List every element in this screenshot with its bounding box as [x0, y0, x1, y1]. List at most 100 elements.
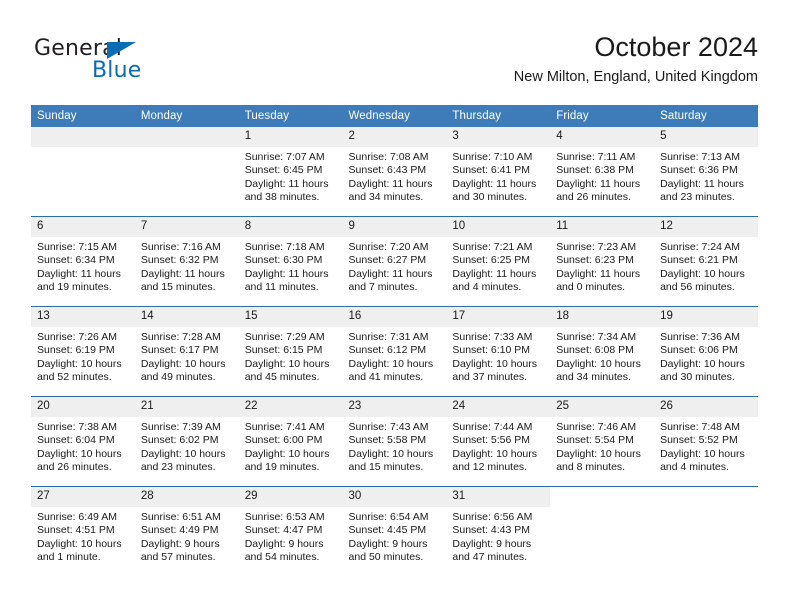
location-subtitle: New Milton, England, United Kingdom: [513, 69, 758, 85]
day-sun-info: Sunrise: 7:24 AM Sunset: 6:21 PM Daylight:…: [654, 237, 758, 295]
day-sun-info: Sunrise: 7:31 AM Sunset: 6:12 PM Daylight:…: [343, 327, 447, 385]
calendar-day-cell[interactable]: 27 Sunrise: 6:49 AM Sunset: 4:51 PM Dayligh…: [31, 486, 135, 576]
weekday-header-tuesday: Tuesday: [238, 105, 343, 127]
calendar-day-cell[interactable]: 10 Sunrise: 7:21 AM Sunset: 6:25 PM Dayligh…: [446, 216, 551, 307]
day-number: 20: [31, 397, 135, 417]
daylight-text: Daylight: 11 hours and 26 minutes.: [556, 177, 641, 204]
calendar-day-cell[interactable]: 26 Sunrise: 7:48 AM Sunset: 5:52 PM Dayligh…: [654, 396, 758, 487]
day-sun-info: Sunrise: 7:16 AM Sunset: 6:32 PM Daylight:…: [135, 237, 239, 295]
day-number: 29: [238, 487, 343, 507]
sunrise-text: Sunrise: 6:53 AM: [244, 511, 325, 523]
sunset-text: Sunset: 6:12 PM: [348, 344, 427, 357]
calendar-body: 1 Sunrise: 7:07 AM Sunset: 6:45 PM Daylight…: [31, 127, 758, 576]
calendar-day-cell[interactable]: 31 Sunrise: 6:56 AM Sunset: 4:43 PM Dayligh…: [446, 486, 551, 576]
sunrise-text: Sunrise: 7:39 AM: [140, 421, 221, 433]
sunrise-text: Sunrise: 7:36 AM: [660, 331, 741, 343]
sunset-text: Sunset: 4:45 PM: [348, 524, 427, 537]
calendar-day-cell[interactable]: 1 Sunrise: 7:07 AM Sunset: 6:45 PM Daylight…: [238, 127, 343, 217]
calendar-day-cell[interactable]: 24 Sunrise: 7:44 AM Sunset: 5:56 PM Dayligh…: [446, 396, 551, 487]
calendar-day-cell[interactable]: 17 Sunrise: 7:33 AM Sunset: 6:10 PM Dayligh…: [446, 306, 551, 397]
day-sun-info: Sunrise: 7:07 AM Sunset: 6:45 PM Daylight:…: [239, 147, 343, 205]
calendar-day-cell[interactable]: 6 Sunrise: 7:15 AM Sunset: 6:34 PM Daylight…: [31, 216, 135, 307]
day-sun-info: Sunrise: 7:08 AM Sunset: 6:43 PM Daylight:…: [343, 147, 447, 205]
calendar-day-cell[interactable]: 4 Sunrise: 7:11 AM Sunset: 6:38 PM Daylight…: [550, 127, 655, 217]
logo-triangle-icon: [107, 42, 136, 59]
general-blue-logo[interactable]: General Blue: [34, 36, 214, 92]
calendar-day-cell-empty: [134, 127, 239, 217]
calendar-day-cell[interactable]: 5 Sunrise: 7:13 AM Sunset: 6:36 PM Daylight…: [654, 127, 758, 217]
daylight-text: Daylight: 9 hours and 54 minutes.: [244, 537, 324, 564]
sunrise-text: Sunrise: 7:33 AM: [452, 331, 533, 343]
daylight-text: Daylight: 10 hours and 34 minutes.: [556, 357, 641, 384]
calendar-day-cell[interactable]: 16 Sunrise: 7:31 AM Sunset: 6:12 PM Dayligh…: [342, 306, 447, 397]
day-sun-info: Sunrise: 6:53 AM Sunset: 4:47 PM Daylight:…: [239, 507, 343, 565]
day-sun-info: Sunrise: 7:26 AM Sunset: 6:19 PM Daylight:…: [31, 327, 135, 385]
daylight-text: Daylight: 10 hours and 26 minutes.: [37, 447, 122, 474]
daylight-text: Daylight: 11 hours and 34 minutes.: [348, 177, 433, 204]
day-sun-info: Sunrise: 7:34 AM Sunset: 6:08 PM Daylight:…: [550, 327, 654, 385]
sunrise-text: Sunrise: 7:20 AM: [348, 241, 429, 253]
calendar-day-cell[interactable]: 20 Sunrise: 7:38 AM Sunset: 6:04 PM Dayligh…: [31, 396, 135, 487]
calendar-day-cell[interactable]: 21 Sunrise: 7:39 AM Sunset: 6:02 PM Dayligh…: [134, 396, 239, 487]
sunrise-text: Sunrise: 7:46 AM: [556, 421, 637, 433]
calendar-day-cell[interactable]: 3 Sunrise: 7:10 AM Sunset: 6:41 PM Daylight…: [446, 127, 551, 217]
sunset-text: Sunset: 6:23 PM: [556, 254, 634, 267]
daylight-text: Daylight: 10 hours and 37 minutes.: [452, 357, 538, 384]
daylight-text: Daylight: 9 hours and 47 minutes.: [452, 537, 532, 564]
sunset-text: Sunset: 4:43 PM: [452, 524, 531, 537]
calendar-day-cell[interactable]: 12 Sunrise: 7:24 AM Sunset: 6:21 PM Dayligh…: [654, 216, 758, 307]
day-sun-info: Sunrise: 7:18 AM Sunset: 6:30 PM Daylight:…: [239, 237, 343, 295]
day-number: 9: [342, 217, 447, 237]
calendar-day-cell-empty: [31, 127, 135, 217]
calendar-day-cell[interactable]: 29 Sunrise: 6:53 AM Sunset: 4:47 PM Dayligh…: [238, 486, 343, 576]
day-sun-info: Sunrise: 6:49 AM Sunset: 4:51 PM Daylight:…: [31, 507, 135, 565]
calendar-day-cell[interactable]: 9 Sunrise: 7:20 AM Sunset: 6:27 PM Daylight…: [342, 216, 447, 307]
calendar-week-row: 27 Sunrise: 6:49 AM Sunset: 4:51 PM Dayligh…: [31, 486, 758, 576]
weekday-header-wednesday: Wednesday: [342, 105, 447, 127]
day-number: 11: [550, 217, 655, 237]
calendar-day-cell[interactable]: 11 Sunrise: 7:23 AM Sunset: 6:23 PM Dayligh…: [550, 216, 655, 307]
sunset-text: Sunset: 6:21 PM: [660, 254, 738, 267]
sunrise-text: Sunrise: 7:26 AM: [37, 331, 117, 343]
logo-text-blue: Blue: [92, 58, 142, 83]
daylight-text: Daylight: 10 hours and 45 minutes.: [244, 357, 330, 384]
sunset-text: Sunset: 6:08 PM: [556, 344, 634, 357]
calendar-day-cell[interactable]: 30 Sunrise: 6:54 AM Sunset: 4:45 PM Dayligh…: [342, 486, 447, 576]
day-number: 19: [654, 307, 758, 327]
daylight-text: Daylight: 10 hours and 41 minutes.: [348, 357, 434, 384]
day-sun-info: Sunrise: 7:36 AM Sunset: 6:06 PM Daylight:…: [654, 327, 758, 385]
calendar-day-cell[interactable]: 8 Sunrise: 7:18 AM Sunset: 6:30 PM Daylight…: [238, 216, 343, 307]
day-number: 5: [654, 127, 758, 147]
daylight-text: Daylight: 10 hours and 4 minutes.: [660, 447, 745, 474]
calendar-day-cell[interactable]: 22 Sunrise: 7:41 AM Sunset: 6:00 PM Dayligh…: [238, 396, 343, 487]
calendar-page: General Blue October 2024 New Milton, En…: [0, 0, 792, 612]
calendar-day-cell[interactable]: 7 Sunrise: 7:16 AM Sunset: 6:32 PM Daylight…: [134, 216, 239, 307]
day-number: 1: [238, 127, 343, 147]
sunrise-text: Sunrise: 7:28 AM: [140, 331, 221, 343]
day-sun-info: Sunrise: 7:23 AM Sunset: 6:23 PM Daylight:…: [550, 237, 654, 295]
calendar-day-cell[interactable]: 14 Sunrise: 7:28 AM Sunset: 6:17 PM Dayligh…: [134, 306, 239, 397]
sunrise-text: Sunrise: 6:56 AM: [452, 511, 533, 523]
daylight-text: Daylight: 9 hours and 50 minutes.: [348, 537, 428, 564]
sunrise-text: Sunrise: 7:21 AM: [452, 241, 533, 253]
day-number: 7: [134, 217, 239, 237]
sunrise-text: Sunrise: 7:13 AM: [660, 151, 741, 163]
sunrise-text: Sunrise: 6:54 AM: [348, 511, 429, 523]
sunset-text: Sunset: 5:56 PM: [452, 434, 531, 447]
day-number: 8: [238, 217, 343, 237]
daylight-text: Daylight: 10 hours and 1 minute.: [37, 537, 122, 564]
calendar-day-cell[interactable]: 15 Sunrise: 7:29 AM Sunset: 6:15 PM Dayligh…: [238, 306, 343, 397]
calendar-day-cell[interactable]: 19 Sunrise: 7:36 AM Sunset: 6:06 PM Dayligh…: [654, 306, 758, 397]
calendar-day-cell[interactable]: 28 Sunrise: 6:51 AM Sunset: 4:49 PM Dayligh…: [134, 486, 239, 576]
day-number: 16: [342, 307, 447, 327]
calendar-day-cell[interactable]: 2 Sunrise: 7:08 AM Sunset: 6:43 PM Daylight…: [342, 127, 447, 217]
daylight-text: Daylight: 11 hours and 15 minutes.: [140, 267, 225, 294]
calendar-day-cell[interactable]: 13 Sunrise: 7:26 AM Sunset: 6:19 PM Dayligh…: [31, 306, 135, 397]
title-block: October 2024 New Milton, England, United…: [514, 30, 758, 88]
calendar-day-cell[interactable]: 23 Sunrise: 7:43 AM Sunset: 5:58 PM Dayligh…: [342, 396, 447, 487]
calendar-day-cell-empty: [654, 486, 758, 576]
calendar-day-cell[interactable]: 25 Sunrise: 7:46 AM Sunset: 5:54 PM Dayligh…: [550, 396, 655, 487]
calendar-day-cell[interactable]: 18 Sunrise: 7:34 AM Sunset: 6:08 PM Dayligh…: [550, 306, 655, 397]
sunrise-text: Sunrise: 7:34 AM: [556, 331, 637, 343]
day-sun-info: Sunrise: 7:29 AM Sunset: 6:15 PM Daylight:…: [239, 327, 343, 385]
